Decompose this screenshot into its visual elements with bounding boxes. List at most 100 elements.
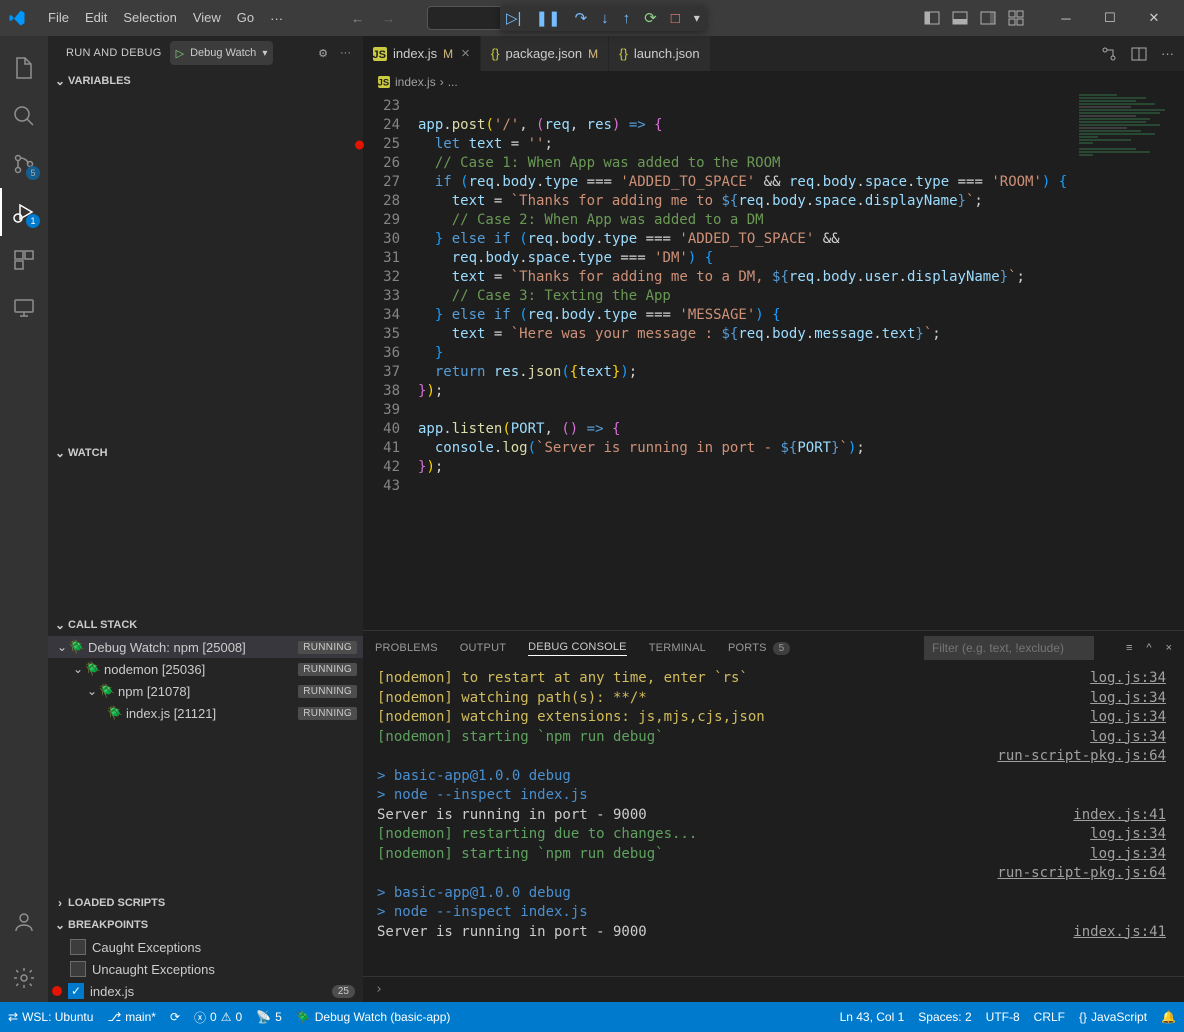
callstack-process[interactable]: ⌄🪲nodemon [25036]RUNNING — [48, 658, 363, 680]
tab-index-js[interactable]: JSindex.jsM× — [363, 36, 481, 71]
debug-continue-icon[interactable]: ▷| — [506, 9, 521, 27]
breakpoints-section-header[interactable]: ⌄BREAKPOINTS — [48, 914, 363, 936]
debug-step-into-icon[interactable]: ↓ — [601, 10, 609, 27]
debug-config-dropdown[interactable]: ▷ Debug Watch ▾ — [170, 41, 274, 65]
editor-compare-icon[interactable] — [1101, 46, 1117, 62]
status-remote[interactable]: ⇄WSL: Ubuntu — [8, 1010, 93, 1024]
breadcrumb[interactable]: JS index.js › ... — [363, 71, 1184, 93]
customize-layout-icon[interactable] — [1008, 10, 1024, 26]
panel-tab-problems[interactable]: PROBLEMS — [375, 642, 438, 654]
editor-area: JSindex.jsM× {}package.jsonM {}launch.js… — [363, 36, 1184, 630]
line-gutter[interactable]: 2324252627282930313233343536373839404142… — [363, 93, 418, 630]
start-debug-icon[interactable]: ▷ — [176, 47, 184, 60]
debug-console-input[interactable]: › — [363, 976, 1184, 1002]
menu-more[interactable]: ··· — [262, 11, 291, 26]
activity-extensions-icon[interactable] — [0, 236, 48, 284]
debug-pause-icon[interactable]: ❚❚ — [535, 9, 560, 27]
checkbox-unchecked-icon[interactable] — [70, 961, 86, 977]
activity-scm-icon[interactable]: 5 — [0, 140, 48, 188]
activity-search-icon[interactable] — [0, 92, 48, 140]
panel-maximize-icon[interactable]: ^ — [1146, 642, 1151, 654]
callstack-process[interactable]: ⌄🪲npm [21078]RUNNING — [48, 680, 363, 702]
sidebar-header: RUN AND DEBUG ▷ Debug Watch ▾ ⚙ ··· — [48, 36, 363, 70]
callstack-section-header[interactable]: ⌄CALL STACK — [48, 614, 363, 636]
status-eol[interactable]: CRLF — [1034, 1010, 1065, 1024]
panel-tab-terminal[interactable]: TERMINAL — [649, 642, 706, 654]
menu-edit[interactable]: Edit — [77, 0, 115, 36]
callstack-process[interactable]: ⌄🪲Debug Watch: npm [25008]RUNNING — [48, 636, 363, 658]
nav-forward-icon[interactable]: → — [382, 11, 395, 26]
panel-tab-ports[interactable]: PORTS5 — [728, 642, 790, 655]
tab-package-json[interactable]: {}package.jsonM — [481, 36, 609, 71]
close-window-icon[interactable]: ✕ — [1132, 0, 1176, 36]
debug-config-label: Debug Watch — [190, 47, 256, 59]
editor-more-icon[interactable]: ··· — [1161, 46, 1174, 61]
chevron-right-icon: › — [52, 896, 68, 910]
js-file-icon: JS — [378, 76, 390, 88]
minimap[interactable] — [1075, 93, 1170, 263]
breakpoint-caught-exceptions[interactable]: Caught Exceptions — [48, 936, 363, 958]
activity-remote-explorer-icon[interactable] — [0, 284, 48, 332]
activity-accounts-icon[interactable] — [0, 898, 48, 946]
watch-section-header[interactable]: ⌄WATCH — [48, 442, 363, 464]
chevron-down-icon: ⌄ — [54, 640, 70, 654]
nav-back-icon[interactable]: ← — [351, 11, 364, 26]
debug-step-over-icon[interactable]: ↷ — [575, 9, 588, 27]
panel-tab-debug-console[interactable]: DEBUG CONSOLE — [528, 641, 627, 656]
chevron-down-icon: ⌄ — [52, 446, 68, 460]
loaded-scripts-section-header[interactable]: ›LOADED SCRIPTS — [48, 892, 363, 914]
debug-console-output[interactable]: [nodemon] to restart at any time, enter … — [363, 665, 1184, 976]
menu-selection[interactable]: Selection — [115, 0, 184, 36]
code-editor[interactable]: 2324252627282930313233343536373839404142… — [363, 93, 1184, 630]
debug-more-icon[interactable]: ··· — [340, 47, 351, 60]
status-language[interactable]: {} JavaScript — [1079, 1010, 1147, 1024]
radio-tower-icon: 📡 — [256, 1010, 271, 1024]
debug-step-out-icon[interactable]: ↑ — [623, 10, 631, 27]
status-branch[interactable]: ⎇main* — [107, 1010, 156, 1024]
panel-tab-output[interactable]: OUTPUT — [460, 642, 506, 654]
debug-target-dropdown[interactable]: ▾ — [694, 11, 700, 25]
callstack-process[interactable]: 🪲index.js [21121]RUNNING — [48, 702, 363, 724]
checkbox-unchecked-icon[interactable] — [70, 939, 86, 955]
console-filter-input[interactable] — [924, 636, 1094, 660]
status-notifications-icon[interactable]: 🔔 — [1161, 1010, 1176, 1024]
toggle-secondary-sidebar-icon[interactable] — [980, 10, 996, 26]
breakpoint-uncaught-exceptions[interactable]: Uncaught Exceptions — [48, 958, 363, 980]
chevron-down-icon: ⌄ — [70, 662, 86, 676]
status-indentation[interactable]: Spaces: 2 — [918, 1010, 971, 1024]
toggle-panel-icon[interactable] — [952, 10, 968, 26]
bottom-panel: PROBLEMS OUTPUT DEBUG CONSOLE TERMINAL P… — [363, 630, 1184, 1002]
tab-launch-json[interactable]: {}launch.json — [609, 36, 710, 71]
menu-go[interactable]: Go — [229, 0, 262, 36]
git-branch-icon: ⎇ — [107, 1010, 121, 1024]
code-content[interactable]: app.post('/', (req, res) => { let text =… — [418, 93, 1184, 630]
activity-bar: 5 1 — [0, 36, 48, 1002]
maximize-window-icon[interactable]: ☐ — [1088, 0, 1132, 36]
debug-restart-icon[interactable]: ⟳ — [644, 9, 657, 27]
editor-split-icon[interactable] — [1131, 46, 1147, 62]
menu-view[interactable]: View — [185, 0, 229, 36]
toggle-primary-sidebar-icon[interactable] — [924, 10, 940, 26]
panel-close-icon[interactable]: × — [1166, 642, 1172, 654]
activity-settings-icon[interactable] — [0, 954, 48, 1002]
minimize-window-icon[interactable]: ─ — [1044, 0, 1088, 36]
menu-file[interactable]: File — [40, 0, 77, 36]
close-icon[interactable]: × — [461, 45, 470, 62]
activity-debug-icon[interactable]: 1 — [0, 188, 48, 236]
debug-settings-icon[interactable]: ⚙ — [318, 47, 328, 60]
braces-icon: {} — [1079, 1010, 1087, 1024]
debug-stop-icon[interactable]: □ — [671, 10, 680, 27]
status-sync[interactable]: ⟳ — [170, 1010, 180, 1024]
status-ports[interactable]: 📡5 — [256, 1010, 282, 1024]
breakpoint-file[interactable]: ✓index.js25 — [48, 980, 363, 1002]
status-cursor-position[interactable]: Ln 43, Col 1 — [840, 1010, 905, 1024]
status-debug[interactable]: 🪲Debug Watch (basic-app) — [296, 1010, 451, 1024]
activity-explorer-icon[interactable] — [0, 44, 48, 92]
status-encoding[interactable]: UTF-8 — [986, 1010, 1020, 1024]
bug-icon: 🪲 — [70, 639, 84, 655]
console-settings-icon[interactable]: ≡ — [1126, 642, 1132, 654]
checkbox-checked-icon[interactable]: ✓ — [68, 983, 84, 999]
status-errors[interactable]: ⓧ0 ⚠0 — [194, 1009, 242, 1026]
status-bar: ⇄WSL: Ubuntu ⎇main* ⟳ ⓧ0 ⚠0 📡5 🪲Debug Wa… — [0, 1002, 1184, 1032]
variables-section-header[interactable]: ⌄VARIABLES — [48, 70, 363, 92]
